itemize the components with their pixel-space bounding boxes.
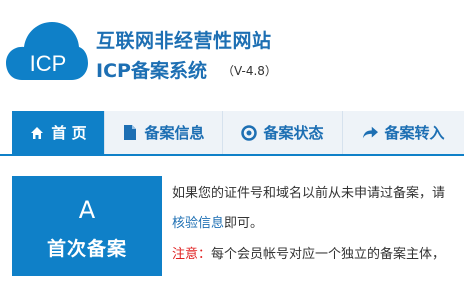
first-filing-button[interactable]: A 首次备案 xyxy=(12,176,162,276)
main-nav: 首 页 备案信息 备案状态 备案转入 xyxy=(0,111,464,154)
tab-label: 备案状态 xyxy=(263,124,324,142)
tab-record-transfer[interactable]: 备案转入 xyxy=(342,111,464,154)
system-title: ICP备案系统 xyxy=(96,60,207,82)
verify-info-link[interactable]: 核验信息 xyxy=(172,216,224,231)
document-icon xyxy=(122,125,138,141)
site-title: 互联网非经营性网站 xyxy=(96,30,272,52)
forward-arrow-icon xyxy=(362,125,379,141)
home-icon xyxy=(29,125,45,141)
option-label: 首次备案 xyxy=(46,238,127,260)
notice-text: 每个会员帐号对应一个独立的备案主体， xyxy=(211,247,446,262)
tab-record-info[interactable]: 备案信息 xyxy=(104,111,222,154)
tab-label: 首 页 xyxy=(51,124,87,142)
nav-underline xyxy=(0,154,464,156)
instruction-line-2: 核验信息即可。 xyxy=(172,212,263,231)
tab-home[interactable]: 首 页 xyxy=(12,111,104,154)
logo-text: ICP xyxy=(30,51,67,76)
status-icon xyxy=(241,124,258,141)
tab-record-status[interactable]: 备案状态 xyxy=(222,111,342,154)
instruction-suffix: 即可。 xyxy=(224,216,264,231)
icp-cloud-logo: ICP xyxy=(6,22,88,80)
version-label: （V-4.8） xyxy=(222,64,277,78)
notice-label: 注意： xyxy=(172,247,212,262)
instruction-text: 如果您的证件号和域名以前从未申请过备案，请 xyxy=(172,186,446,201)
option-letter: A xyxy=(78,196,96,224)
notice-line: 注意：每个会员帐号对应一个独立的备案主体， xyxy=(172,243,445,262)
tab-label: 备案转入 xyxy=(384,124,445,142)
tab-label: 备案信息 xyxy=(144,124,205,142)
